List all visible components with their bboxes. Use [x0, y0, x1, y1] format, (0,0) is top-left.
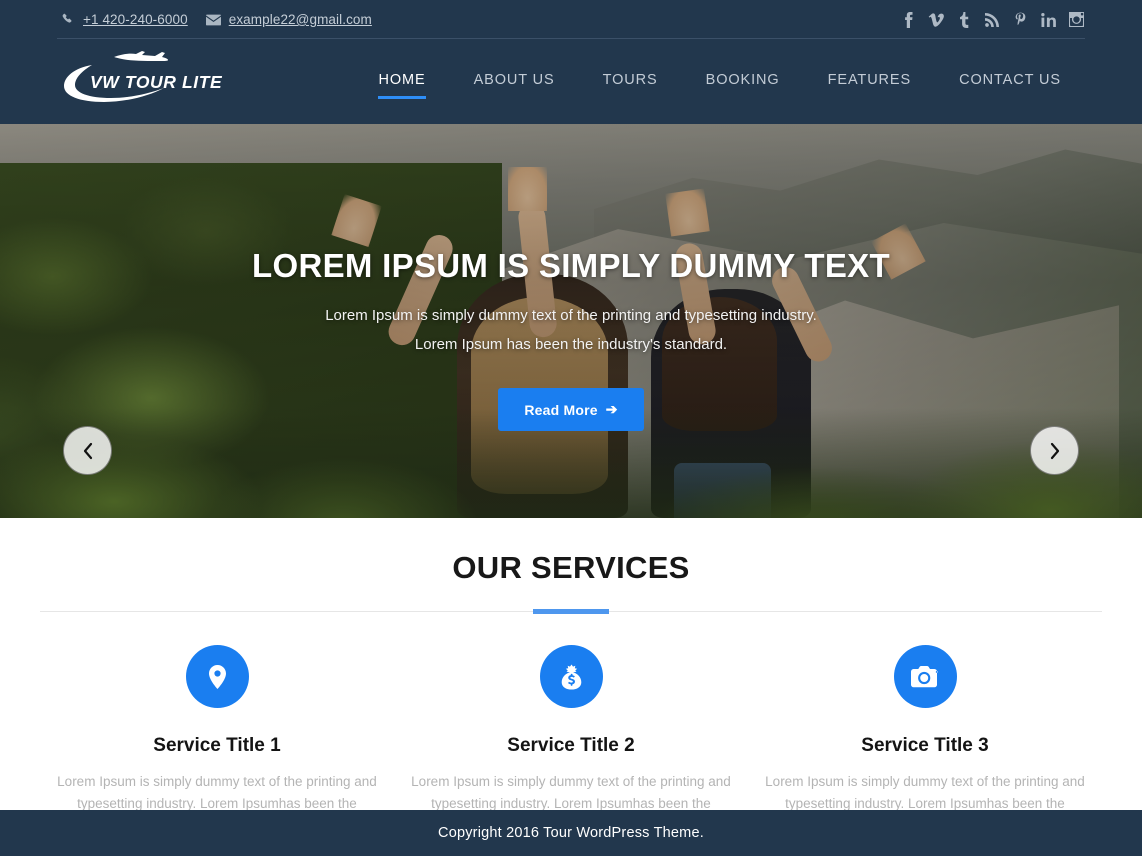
nav-item-tours[interactable]: TOURS: [579, 66, 682, 97]
linkedin-icon[interactable]: [1039, 10, 1057, 30]
service-card[interactable]: Service Title 1 Lorem Ipsum is simply du…: [40, 645, 394, 837]
camera-icon: [893, 645, 957, 708]
map-pin-icon: [185, 645, 249, 708]
site-logo[interactable]: VW TOUR LITE: [62, 50, 227, 113]
email-link[interactable]: example22@gmail.com: [205, 12, 372, 27]
page-root: +1 420-240-6000 example22@gmail.com VW T…: [0, 0, 1142, 856]
vimeo-icon[interactable]: [927, 10, 945, 30]
phone-link[interactable]: +1 420-240-6000: [62, 12, 188, 27]
read-more-button[interactable]: Read More ➔: [498, 388, 644, 431]
envelope-icon: [205, 14, 221, 26]
phone-icon: [62, 13, 75, 26]
service-card-title: Service Title 1: [153, 735, 281, 756]
service-card-title: Service Title 3: [861, 735, 989, 756]
phone-number: +1 420-240-6000: [83, 12, 188, 27]
site-footer: Copyright 2016 Tour WordPress Theme.: [0, 810, 1142, 856]
hero-subtitle: Lorem Ipsum is simply dummy text of the …: [325, 307, 817, 353]
service-card-title: Service Title 2: [507, 735, 635, 756]
arrow-right-icon: ➔: [605, 401, 618, 417]
chevron-right-icon: [1050, 442, 1059, 459]
hero-content: LOREM IPSUM IS SIMPLY DUMMY TEXT Lorem I…: [0, 124, 1142, 518]
section-divider-accent: [533, 609, 609, 614]
footer-copyright: Copyright 2016 Tour WordPress Theme.: [438, 825, 704, 841]
social-links: [899, 10, 1085, 30]
nav-item-booking[interactable]: BOOKING: [682, 66, 804, 97]
facebook-icon[interactable]: [899, 10, 917, 30]
navigation-row: VW TOUR LITE HOME ABOUT US TOURS BOOKING…: [0, 39, 1142, 124]
site-header: +1 420-240-6000 example22@gmail.com VW T…: [0, 0, 1142, 124]
nav-item-contact-us[interactable]: CONTACT US: [935, 66, 1085, 97]
services-heading: OUR SERVICES: [452, 550, 690, 585]
nav-item-features[interactable]: FEATURES: [804, 66, 935, 97]
rss-icon[interactable]: [983, 10, 1001, 30]
main-navigation: HOME ABOUT US TOURS BOOKING FEATURES CON…: [354, 66, 1085, 99]
services-card-list: Service Title 1 Lorem Ipsum is simply du…: [0, 612, 1142, 837]
section-divider: [40, 609, 1102, 614]
instagram-icon[interactable]: [1067, 10, 1085, 30]
email-address: example22@gmail.com: [228, 12, 372, 27]
contact-info-group: +1 420-240-6000 example22@gmail.com: [62, 12, 372, 27]
pinterest-icon[interactable]: [1011, 10, 1029, 30]
hero-title: LOREM IPSUM IS SIMPLY DUMMY TEXT: [252, 247, 890, 284]
slider-prev-button[interactable]: [63, 426, 112, 475]
nav-item-about-us[interactable]: ABOUT US: [450, 66, 579, 97]
top-contact-bar: +1 420-240-6000 example22@gmail.com: [0, 0, 1142, 39]
chevron-left-icon: [83, 442, 92, 459]
tumblr-icon[interactable]: [955, 10, 973, 30]
service-card[interactable]: Service Title 2 Lorem Ipsum is simply du…: [394, 645, 748, 837]
nav-item-home[interactable]: HOME: [354, 66, 449, 99]
slider-next-button[interactable]: [1030, 426, 1079, 475]
services-section: OUR SERVICES Service Title 1 Lorem Ipsum…: [0, 518, 1142, 833]
logo-text: VW TOUR LITE: [90, 71, 223, 92]
money-bag-icon: [539, 645, 603, 708]
hero-slider: LOREM IPSUM IS SIMPLY DUMMY TEXT Lorem I…: [0, 124, 1142, 518]
read-more-label: Read More: [524, 401, 598, 418]
service-card[interactable]: Service Title 3 Lorem Ipsum is simply du…: [748, 645, 1102, 837]
